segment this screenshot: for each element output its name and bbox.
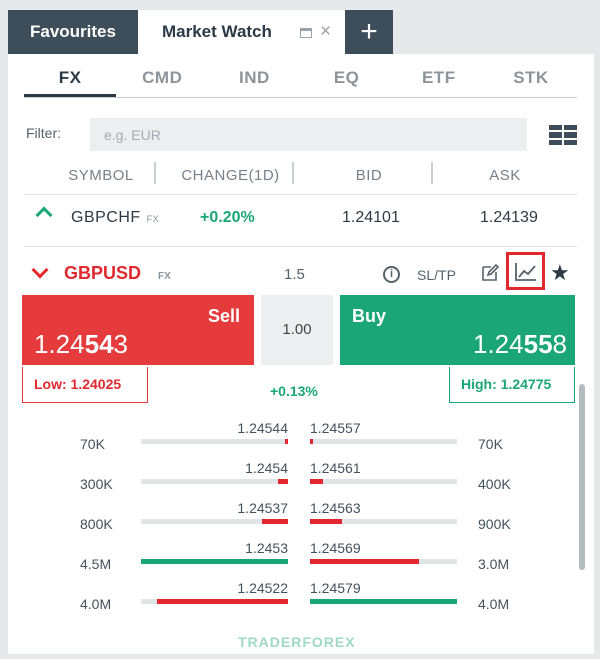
bid-volume-bar <box>141 439 288 444</box>
chart-icon <box>515 263 536 281</box>
category-tab-eq[interactable]: EQ <box>301 68 393 97</box>
ask-fill <box>310 559 419 564</box>
depth-bid-price: 1.24544 <box>237 420 288 436</box>
depth-row: 800K 1.24537 1.24563 900K <box>8 500 594 540</box>
expanded-symbol-name: GBPUSD <box>64 263 142 283</box>
ask-volume: 400K <box>478 476 511 492</box>
tab-bar: Favourites Market Watch × + <box>8 10 598 54</box>
tab-favourites[interactable]: Favourites <box>8 10 138 54</box>
ask-volume-bar <box>310 519 457 524</box>
ask-volume: 4.0M <box>478 596 510 612</box>
ask-fill <box>310 479 324 484</box>
ask-volume: 3.0M <box>478 556 510 572</box>
bid-volume: 4.5M <box>80 556 112 572</box>
bid-fill <box>261 519 288 524</box>
depth-bid-price: 1.24522 <box>237 580 288 596</box>
depth-ask-price: 1.24579 <box>310 580 361 596</box>
ask-volume-bar <box>310 599 457 604</box>
sl-tp-button[interactable]: SL/TP <box>417 267 456 283</box>
ask-volume-bar <box>310 559 457 564</box>
sell-label: Sell <box>207 306 240 326</box>
bid-volume: 70K <box>80 436 105 452</box>
depth-row: 4.0M 1.24522 1.24579 4.0M <box>8 580 594 620</box>
bid-volume-bar <box>141 559 288 564</box>
symbol-name: GBPCHF FX <box>71 209 160 226</box>
category-tab-stk[interactable]: STK <box>485 68 577 97</box>
buy-button[interactable]: Buy 1.24558 <box>340 295 575 365</box>
depth-bid-price: 1.2454 <box>245 460 288 476</box>
highlighted-chart-button[interactable] <box>506 252 545 290</box>
bid-volume-bar <box>141 599 288 604</box>
category-tab-etf[interactable]: ETF <box>393 68 485 97</box>
bid-fill <box>157 599 288 604</box>
chevron-up-icon[interactable] <box>35 206 53 224</box>
spread-value: 1.5 <box>284 266 305 283</box>
divider <box>24 246 577 247</box>
buy-price: 1.24558 <box>473 329 567 359</box>
category-tabs: FX CMD IND EQ ETF STK <box>24 68 577 98</box>
depth-ask-price: 1.24569 <box>310 540 361 556</box>
ask-volume-bar <box>310 479 457 484</box>
asset-tag: FX <box>146 214 160 224</box>
close-icon[interactable]: × <box>320 21 331 43</box>
column-header-change[interactable]: CHANGE(1D) <box>158 164 303 188</box>
category-tab-fx[interactable]: FX <box>24 68 117 97</box>
ask-volume: 70K <box>478 436 503 452</box>
info-icon[interactable]: i <box>383 266 400 283</box>
star-icon[interactable]: ★ <box>550 260 570 286</box>
change-value: +0.20% <box>200 209 255 226</box>
depth-bid-price: 1.24537 <box>237 500 288 516</box>
quantity-field[interactable]: 1.00 <box>261 295 333 365</box>
column-header-bid[interactable]: BID <box>294 164 444 188</box>
tab-market-watch-label: Market Watch <box>162 22 272 41</box>
bid-volume: 800K <box>80 516 113 532</box>
bid-volume: 4.0M <box>80 596 112 612</box>
divider <box>24 194 577 195</box>
market-watch-panel: FX CMD IND EQ ETF STK Filter: SYMBOL CHA… <box>8 54 594 654</box>
window-icon[interactable] <box>300 28 312 38</box>
bid-fill <box>141 559 288 564</box>
ask-volume: 900K <box>478 516 511 532</box>
filter-label: Filter: <box>26 125 61 141</box>
depth-ask-price: 1.24561 <box>310 460 361 476</box>
table-row[interactable]: GBPCHF FX +0.20% 1.24101 1.24139 <box>24 196 577 246</box>
depth-row: 70K 1.24544 1.24557 70K <box>8 420 594 460</box>
depth-row: 300K 1.2454 1.24561 400K <box>8 460 594 500</box>
bid-value: 1.24101 <box>342 209 400 226</box>
column-header-ask[interactable]: ASK <box>433 164 577 188</box>
bid-volume-bar <box>141 479 288 484</box>
chevron-down-icon[interactable] <box>31 261 49 279</box>
buy-label: Buy <box>352 306 387 326</box>
filter-input[interactable] <box>90 118 527 151</box>
depth-row: 4.5M 1.2453 1.24569 3.0M <box>8 540 594 580</box>
depth-ask-price: 1.24557 <box>310 420 361 436</box>
bid-volume: 300K <box>80 476 113 492</box>
sell-price: 1.24543 <box>34 329 128 359</box>
tab-market-watch[interactable]: Market Watch × <box>138 10 345 54</box>
asset-tag: FX <box>158 271 171 282</box>
ask-volume-bar <box>310 439 457 444</box>
category-tab-ind[interactable]: IND <box>208 68 300 97</box>
low-price-badge: Low: 1.24025 <box>22 367 148 403</box>
column-separator <box>154 162 156 184</box>
depth-ask-price: 1.24563 <box>310 500 361 516</box>
ask-fill <box>310 599 457 604</box>
ask-fill <box>310 519 343 524</box>
ask-fill <box>310 439 313 444</box>
depth-bid-price: 1.2453 <box>245 540 288 556</box>
grid-view-icon[interactable] <box>549 125 577 145</box>
watermark-logo: TRADERFOREX <box>238 634 356 650</box>
high-price-badge: High: 1.24775 <box>449 367 575 403</box>
change-percent: +0.13% <box>270 383 318 399</box>
edit-icon[interactable] <box>480 263 500 283</box>
ask-value: 1.24139 <box>480 209 538 226</box>
bid-fill <box>277 479 288 484</box>
sell-button[interactable]: Sell 1.24543 <box>22 295 254 365</box>
bid-fill <box>285 439 288 444</box>
bid-volume-bar <box>141 519 288 524</box>
add-tab-button[interactable]: + <box>345 10 393 54</box>
category-tab-cmd[interactable]: CMD <box>116 68 208 97</box>
